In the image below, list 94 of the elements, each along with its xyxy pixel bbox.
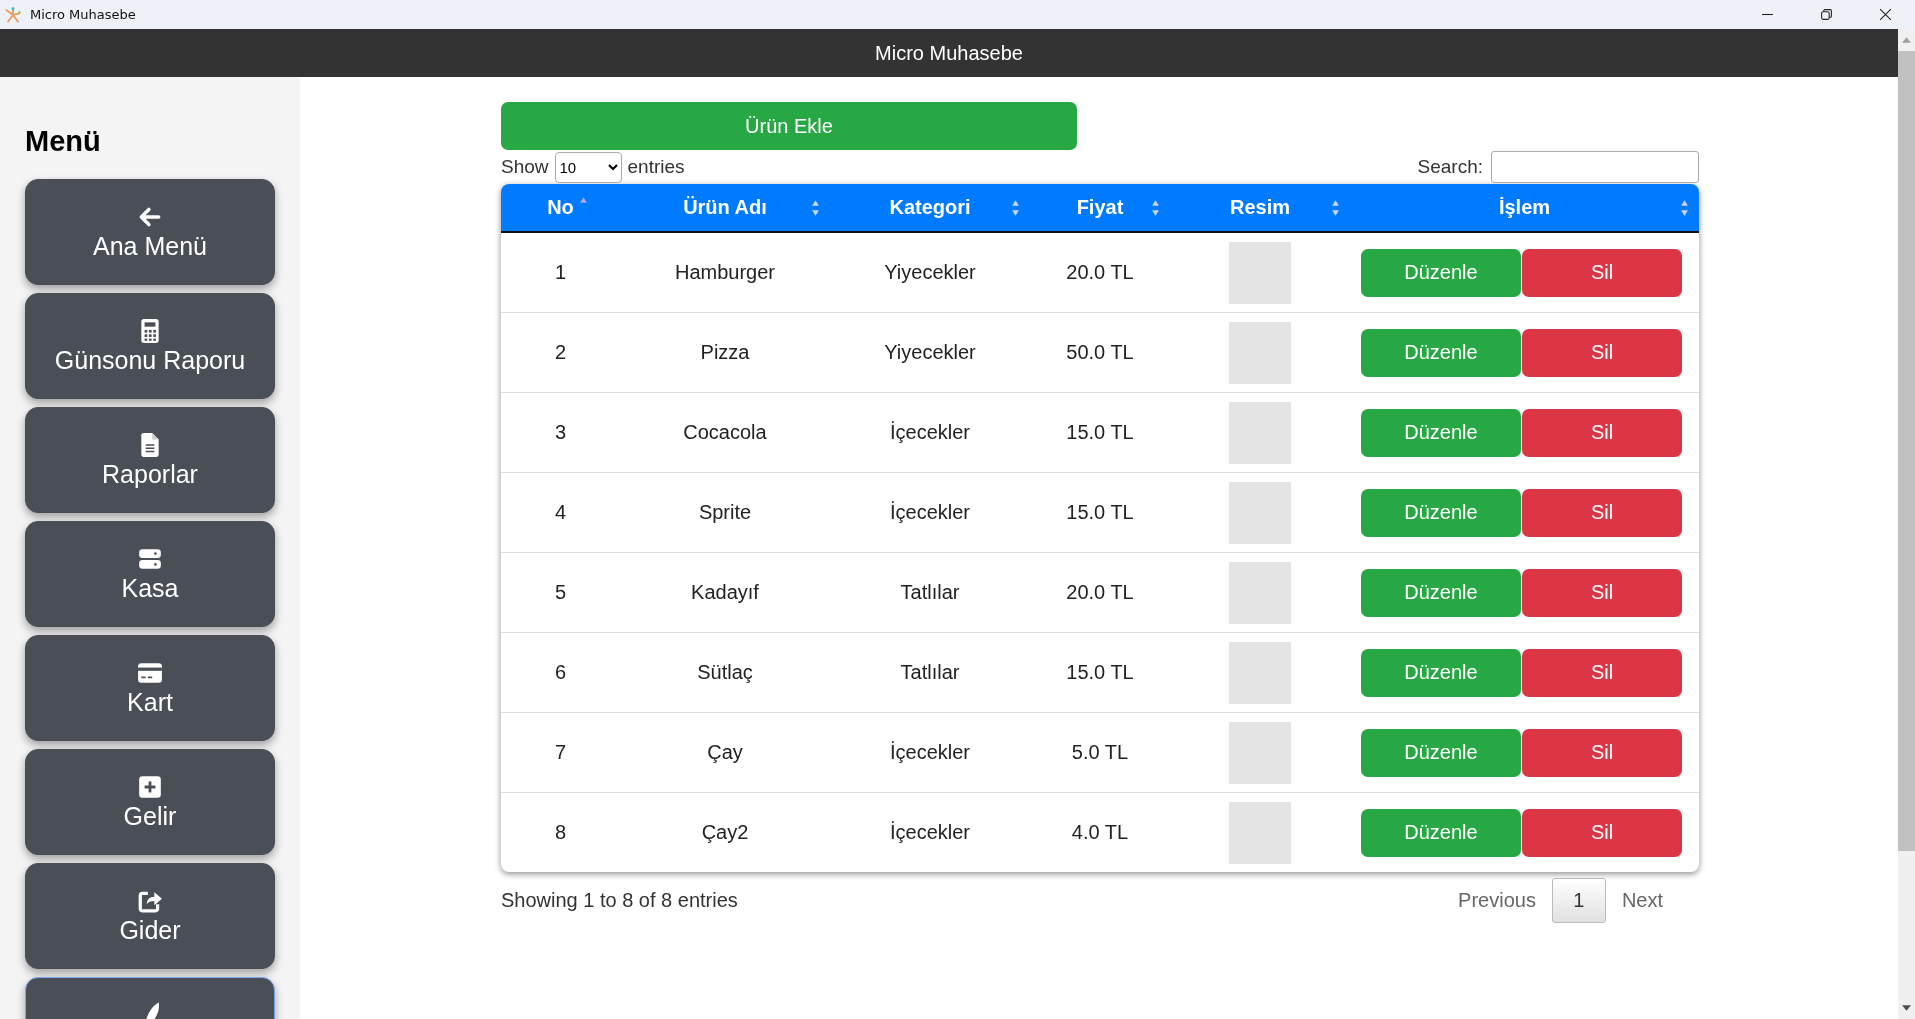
table-cell: İçecekler bbox=[830, 472, 1030, 553]
delete-button[interactable]: Sil bbox=[1522, 808, 1682, 857]
photo-placeholder bbox=[1229, 721, 1291, 784]
add-product-button[interactable]: Ürün Ekle bbox=[501, 102, 1077, 150]
column-header[interactable]: No bbox=[501, 184, 620, 232]
table-cell: 4.0 TL bbox=[1030, 792, 1170, 872]
column-header[interactable]: Kategori bbox=[830, 184, 1030, 232]
table-cell: Hamburger bbox=[620, 232, 830, 313]
table-cell: 15.0 TL bbox=[1030, 392, 1170, 473]
table-cell: Pizza bbox=[620, 312, 830, 393]
edit-button[interactable]: Düzenle bbox=[1361, 568, 1521, 617]
window-title: Micro Muhasebe bbox=[30, 7, 136, 22]
table-cell: 8 bbox=[501, 792, 620, 872]
entries-label: entries bbox=[627, 156, 685, 178]
entries-info: Showing 1 to 8 of 8 entries bbox=[501, 889, 738, 912]
table-cell: 7 bbox=[501, 712, 620, 793]
table-cell: 2 bbox=[501, 312, 620, 393]
column-header[interactable]: İşlem bbox=[1350, 184, 1699, 232]
search-label: Search: bbox=[1417, 156, 1483, 178]
photo-placeholder bbox=[1229, 561, 1291, 624]
delete-button[interactable]: Sil bbox=[1522, 728, 1682, 777]
sort-icon[interactable] bbox=[579, 196, 588, 204]
sort-icon[interactable] bbox=[1151, 199, 1160, 217]
table-cell: Çay bbox=[620, 712, 830, 793]
table-cell: 1 bbox=[501, 232, 620, 313]
delete-button[interactable]: Sil bbox=[1522, 248, 1682, 297]
column-header[interactable]: Fiyat bbox=[1030, 184, 1170, 232]
column-header[interactable]: Resim bbox=[1170, 184, 1350, 232]
table-cell: 50.0 TL bbox=[1030, 312, 1170, 393]
table-cell: 3 bbox=[501, 392, 620, 473]
photo-placeholder bbox=[1229, 321, 1291, 384]
menu-button[interactable]: Gelir bbox=[25, 749, 275, 855]
table-cell: Çay2 bbox=[620, 792, 830, 872]
table-cell: Cocacola bbox=[620, 392, 830, 473]
edit-button[interactable]: Düzenle bbox=[1361, 248, 1521, 297]
photo-placeholder bbox=[1229, 241, 1291, 304]
menu-button[interactable]: Ana Menü bbox=[25, 179, 275, 285]
table-cell: İçecekler bbox=[830, 712, 1030, 793]
table-cell: 20.0 TL bbox=[1030, 232, 1170, 313]
table-cell: 4 bbox=[501, 472, 620, 553]
table-cell: Sütlaç bbox=[620, 632, 830, 713]
photo-placeholder bbox=[1229, 481, 1291, 544]
table-cell: 20.0 TL bbox=[1030, 552, 1170, 633]
table-cell: Tatlılar bbox=[830, 632, 1030, 713]
page-size-select[interactable]: 10 bbox=[554, 151, 622, 183]
photo-placeholder bbox=[1229, 641, 1291, 704]
page-button[interactable]: 1 bbox=[1551, 878, 1606, 923]
table-cell: 15.0 TL bbox=[1030, 632, 1170, 713]
table-cell: İçecekler bbox=[830, 392, 1030, 473]
edit-button[interactable]: Düzenle bbox=[1361, 328, 1521, 377]
table-cell: 15.0 TL bbox=[1030, 472, 1170, 553]
table-cell: İçecekler bbox=[830, 792, 1030, 872]
app-logo-icon bbox=[4, 5, 22, 24]
edit-button[interactable]: Düzenle bbox=[1361, 648, 1521, 697]
edit-button[interactable]: Düzenle bbox=[1361, 408, 1521, 457]
sort-icon[interactable] bbox=[1680, 199, 1689, 217]
delete-button[interactable]: Sil bbox=[1522, 648, 1682, 697]
search-field[interactable] bbox=[1491, 151, 1699, 183]
delete-button[interactable]: Sil bbox=[1522, 488, 1682, 537]
delete-button[interactable]: Sil bbox=[1522, 568, 1682, 617]
edit-button[interactable]: Düzenle bbox=[1361, 808, 1521, 857]
table-cell: Sprite bbox=[620, 472, 830, 553]
plus-square-icon bbox=[137, 773, 163, 800]
table-cell: 5 bbox=[501, 552, 620, 633]
header-title: Micro Muhasebe bbox=[875, 41, 1023, 65]
table-cell: Yiyecekler bbox=[830, 312, 1030, 393]
scrollbar[interactable] bbox=[1898, 29, 1915, 1019]
table-cell: 6 bbox=[501, 632, 620, 713]
scroll-up-icon[interactable] bbox=[1902, 37, 1911, 43]
menu-button[interactable]: Kart bbox=[25, 635, 275, 741]
next-link[interactable]: Next bbox=[1605, 889, 1679, 912]
menu-button[interactable]: Kasa bbox=[25, 521, 275, 627]
column-header[interactable]: Ürün Adı bbox=[620, 184, 830, 232]
table-cell: Tatlılar bbox=[830, 552, 1030, 633]
sort-icon[interactable] bbox=[1331, 199, 1340, 217]
sidebar-title: Menü bbox=[25, 125, 102, 158]
menu-button[interactable]: Gider bbox=[25, 863, 275, 969]
photo-placeholder bbox=[1229, 401, 1291, 464]
table-cell: Kadayıf bbox=[620, 552, 830, 633]
menu-button[interactable]: Raporlar bbox=[25, 407, 275, 513]
delete-button[interactable]: Sil bbox=[1522, 408, 1682, 457]
table-cell: Yiyecekler bbox=[830, 232, 1030, 313]
show-label: Show bbox=[501, 156, 549, 178]
scroll-down-icon[interactable] bbox=[1902, 1005, 1911, 1011]
scrollbar-thumb[interactable] bbox=[1898, 51, 1915, 851]
previous-link[interactable]: Previous bbox=[1442, 889, 1552, 912]
sort-icon[interactable] bbox=[811, 199, 820, 217]
edit-button[interactable]: Düzenle bbox=[1361, 488, 1521, 537]
photo-placeholder bbox=[1229, 801, 1291, 864]
sort-icon[interactable] bbox=[1011, 199, 1020, 217]
delete-button[interactable]: Sil bbox=[1522, 328, 1682, 377]
menu-button[interactable]: Günsonu Raporu bbox=[25, 293, 275, 399]
table-cell: 5.0 TL bbox=[1030, 712, 1170, 793]
edit-button[interactable]: Düzenle bbox=[1361, 728, 1521, 777]
